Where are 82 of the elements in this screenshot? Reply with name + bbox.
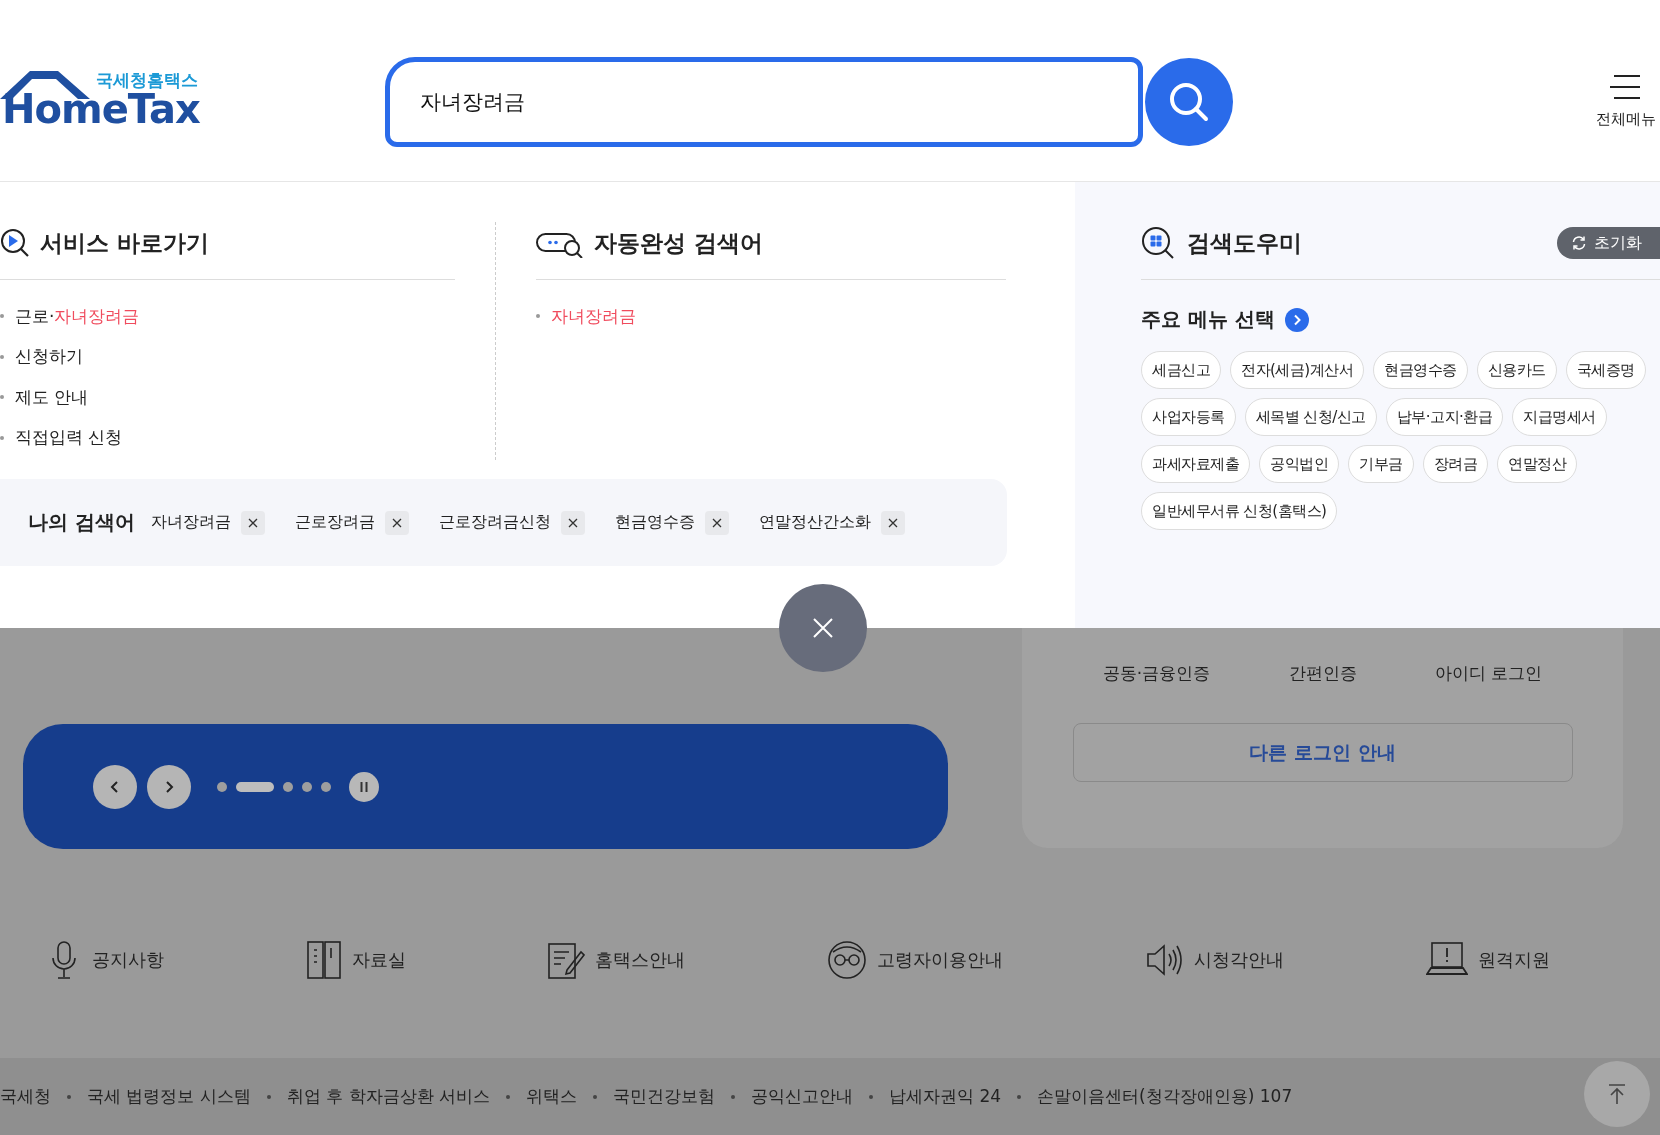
menu-tag[interactable]: 공익법인 <box>1259 445 1339 483</box>
next-button[interactable] <box>147 764 191 809</box>
reset-button[interactable]: 초기화 <box>1557 227 1660 259</box>
slide-indicator[interactable] <box>321 781 331 792</box>
chevron-right-icon <box>163 779 175 794</box>
search-field[interactable]: 자녀장려금 <box>385 56 1143 147</box>
menu-tag[interactable]: 일반세무서류 신청(홈택스) <box>1141 492 1338 530</box>
full-menu-button[interactable]: 전체메뉴 <box>1596 74 1656 129</box>
remove-button[interactable] <box>560 510 585 535</box>
play-search-icon <box>0 228 30 258</box>
arrow-up-icon <box>1607 1083 1627 1105</box>
footer-link[interactable]: 손말이음센터(청각장애인용) 107 <box>1037 1085 1293 1108</box>
document-pen-icon <box>547 940 586 980</box>
close-icon <box>711 517 722 528</box>
recent-search-link[interactable]: 현금영수증 <box>614 512 695 533</box>
remove-button[interactable] <box>384 510 409 535</box>
quick-link[interactable]: 홈택스안내 <box>547 940 686 980</box>
service-link[interactable]: 근로·자녀장려금 <box>15 304 140 328</box>
section-title: 서비스 바로가기 <box>40 228 209 258</box>
hometax-logo[interactable]: 국세청홈택스 HomeTax <box>0 66 200 137</box>
footer-link[interactable]: 납세자권익 24 <box>889 1085 1002 1108</box>
quick-link[interactable]: 고령자이용안내 <box>826 940 1003 980</box>
footer-link[interactable]: 국민건강보험 <box>613 1085 716 1108</box>
previous-button[interactable] <box>93 764 137 809</box>
section-title: 자동완성 검색어 <box>594 228 763 258</box>
footer-link[interactable]: 국세 법령정보 시스템 <box>87 1085 251 1108</box>
quick-link[interactable]: 원격지원 <box>1425 940 1550 980</box>
login-method-link[interactable]: 공동·금융인증 <box>1073 662 1240 685</box>
menu-tag[interactable]: 국세증명 <box>1565 351 1646 389</box>
close-icon <box>391 517 402 528</box>
autocomplete-link[interactable]: 자녀장려금 <box>551 304 636 328</box>
remove-button[interactable] <box>704 510 729 535</box>
chevron-right-icon[interactable] <box>1284 307 1309 332</box>
remove-button[interactable] <box>880 510 905 535</box>
recent-search-link[interactable]: 자녀장려금 <box>150 512 231 533</box>
menu-tag[interactable]: 사업자등록 <box>1141 398 1236 436</box>
service-link[interactable]: 제도 안내 <box>15 385 89 409</box>
recent-search-link[interactable]: 연말정산간소화 <box>758 512 871 533</box>
footer-link[interactable]: 공익신고안내 <box>751 1085 854 1108</box>
quick-link[interactable]: 시청각안내 <box>1144 940 1285 980</box>
footer-link[interactable]: 취업 후 학자금상환 서비스 <box>286 1085 491 1108</box>
slide-indicator[interactable] <box>283 781 293 792</box>
menu-tag[interactable]: 과세자료제출 <box>1141 445 1250 483</box>
face-glasses-icon <box>826 940 867 980</box>
service-link[interactable]: 신청하기 <box>15 345 83 369</box>
pause-button[interactable] <box>349 771 379 802</box>
recent-search-link[interactable]: 근로장려금 <box>294 512 375 533</box>
menu-tag[interactable]: 납부·고지·환급 <box>1385 398 1504 436</box>
grid-search-icon <box>1141 226 1175 260</box>
close-icon <box>567 517 578 528</box>
menu-tag[interactable]: 신용카드 <box>1476 351 1557 389</box>
slide-indicator[interactable] <box>236 781 274 792</box>
quick-link[interactable]: 자료실 <box>305 940 406 980</box>
recent-searches-title: 나의 검색어 <box>28 509 135 536</box>
recent-search-link[interactable]: 근로장려금신청 <box>438 512 551 533</box>
close-icon <box>812 617 834 639</box>
quick-link[interactable]: 공지사항 <box>48 940 164 980</box>
menu-tag[interactable]: 연말정산 <box>1497 445 1577 483</box>
chevron-left-icon <box>109 779 121 794</box>
menu-tag[interactable]: 세목별 신청/신고 <box>1244 398 1377 436</box>
menu-tag[interactable]: 장려금 <box>1422 445 1488 483</box>
refresh-icon <box>1571 235 1587 251</box>
close-icon <box>887 517 898 528</box>
menu-tag[interactable]: 전자(세금)계산서 <box>1230 351 1365 389</box>
menu-tag[interactable]: 기부금 <box>1348 445 1414 483</box>
menu-tag[interactable]: 세금신고 <box>1141 351 1221 389</box>
main-menu-title: 주요 메뉴 선택 <box>1141 306 1275 333</box>
menu-icon <box>1610 74 1642 100</box>
footer-link[interactable]: 위택스 <box>526 1085 578 1108</box>
login-method-link[interactable]: 아이디 로그인 <box>1405 662 1572 685</box>
footer-link[interactable]: 국세청 <box>0 1085 51 1108</box>
slide-indicator[interactable] <box>302 781 312 792</box>
section-title: 검색도우미 <box>1187 228 1302 258</box>
service-link[interactable]: 직접입력 신청 <box>15 426 123 450</box>
binders-icon <box>305 940 342 980</box>
menu-tag[interactable]: 지급명세서 <box>1512 398 1607 436</box>
slide-indicator[interactable] <box>217 781 227 792</box>
remove-button[interactable] <box>240 510 265 535</box>
menu-tag[interactable]: 현금영수증 <box>1373 351 1468 389</box>
pause-icon <box>360 781 368 792</box>
close-icon <box>247 517 258 528</box>
login-method-link[interactable]: 간편인증 <box>1239 662 1406 685</box>
